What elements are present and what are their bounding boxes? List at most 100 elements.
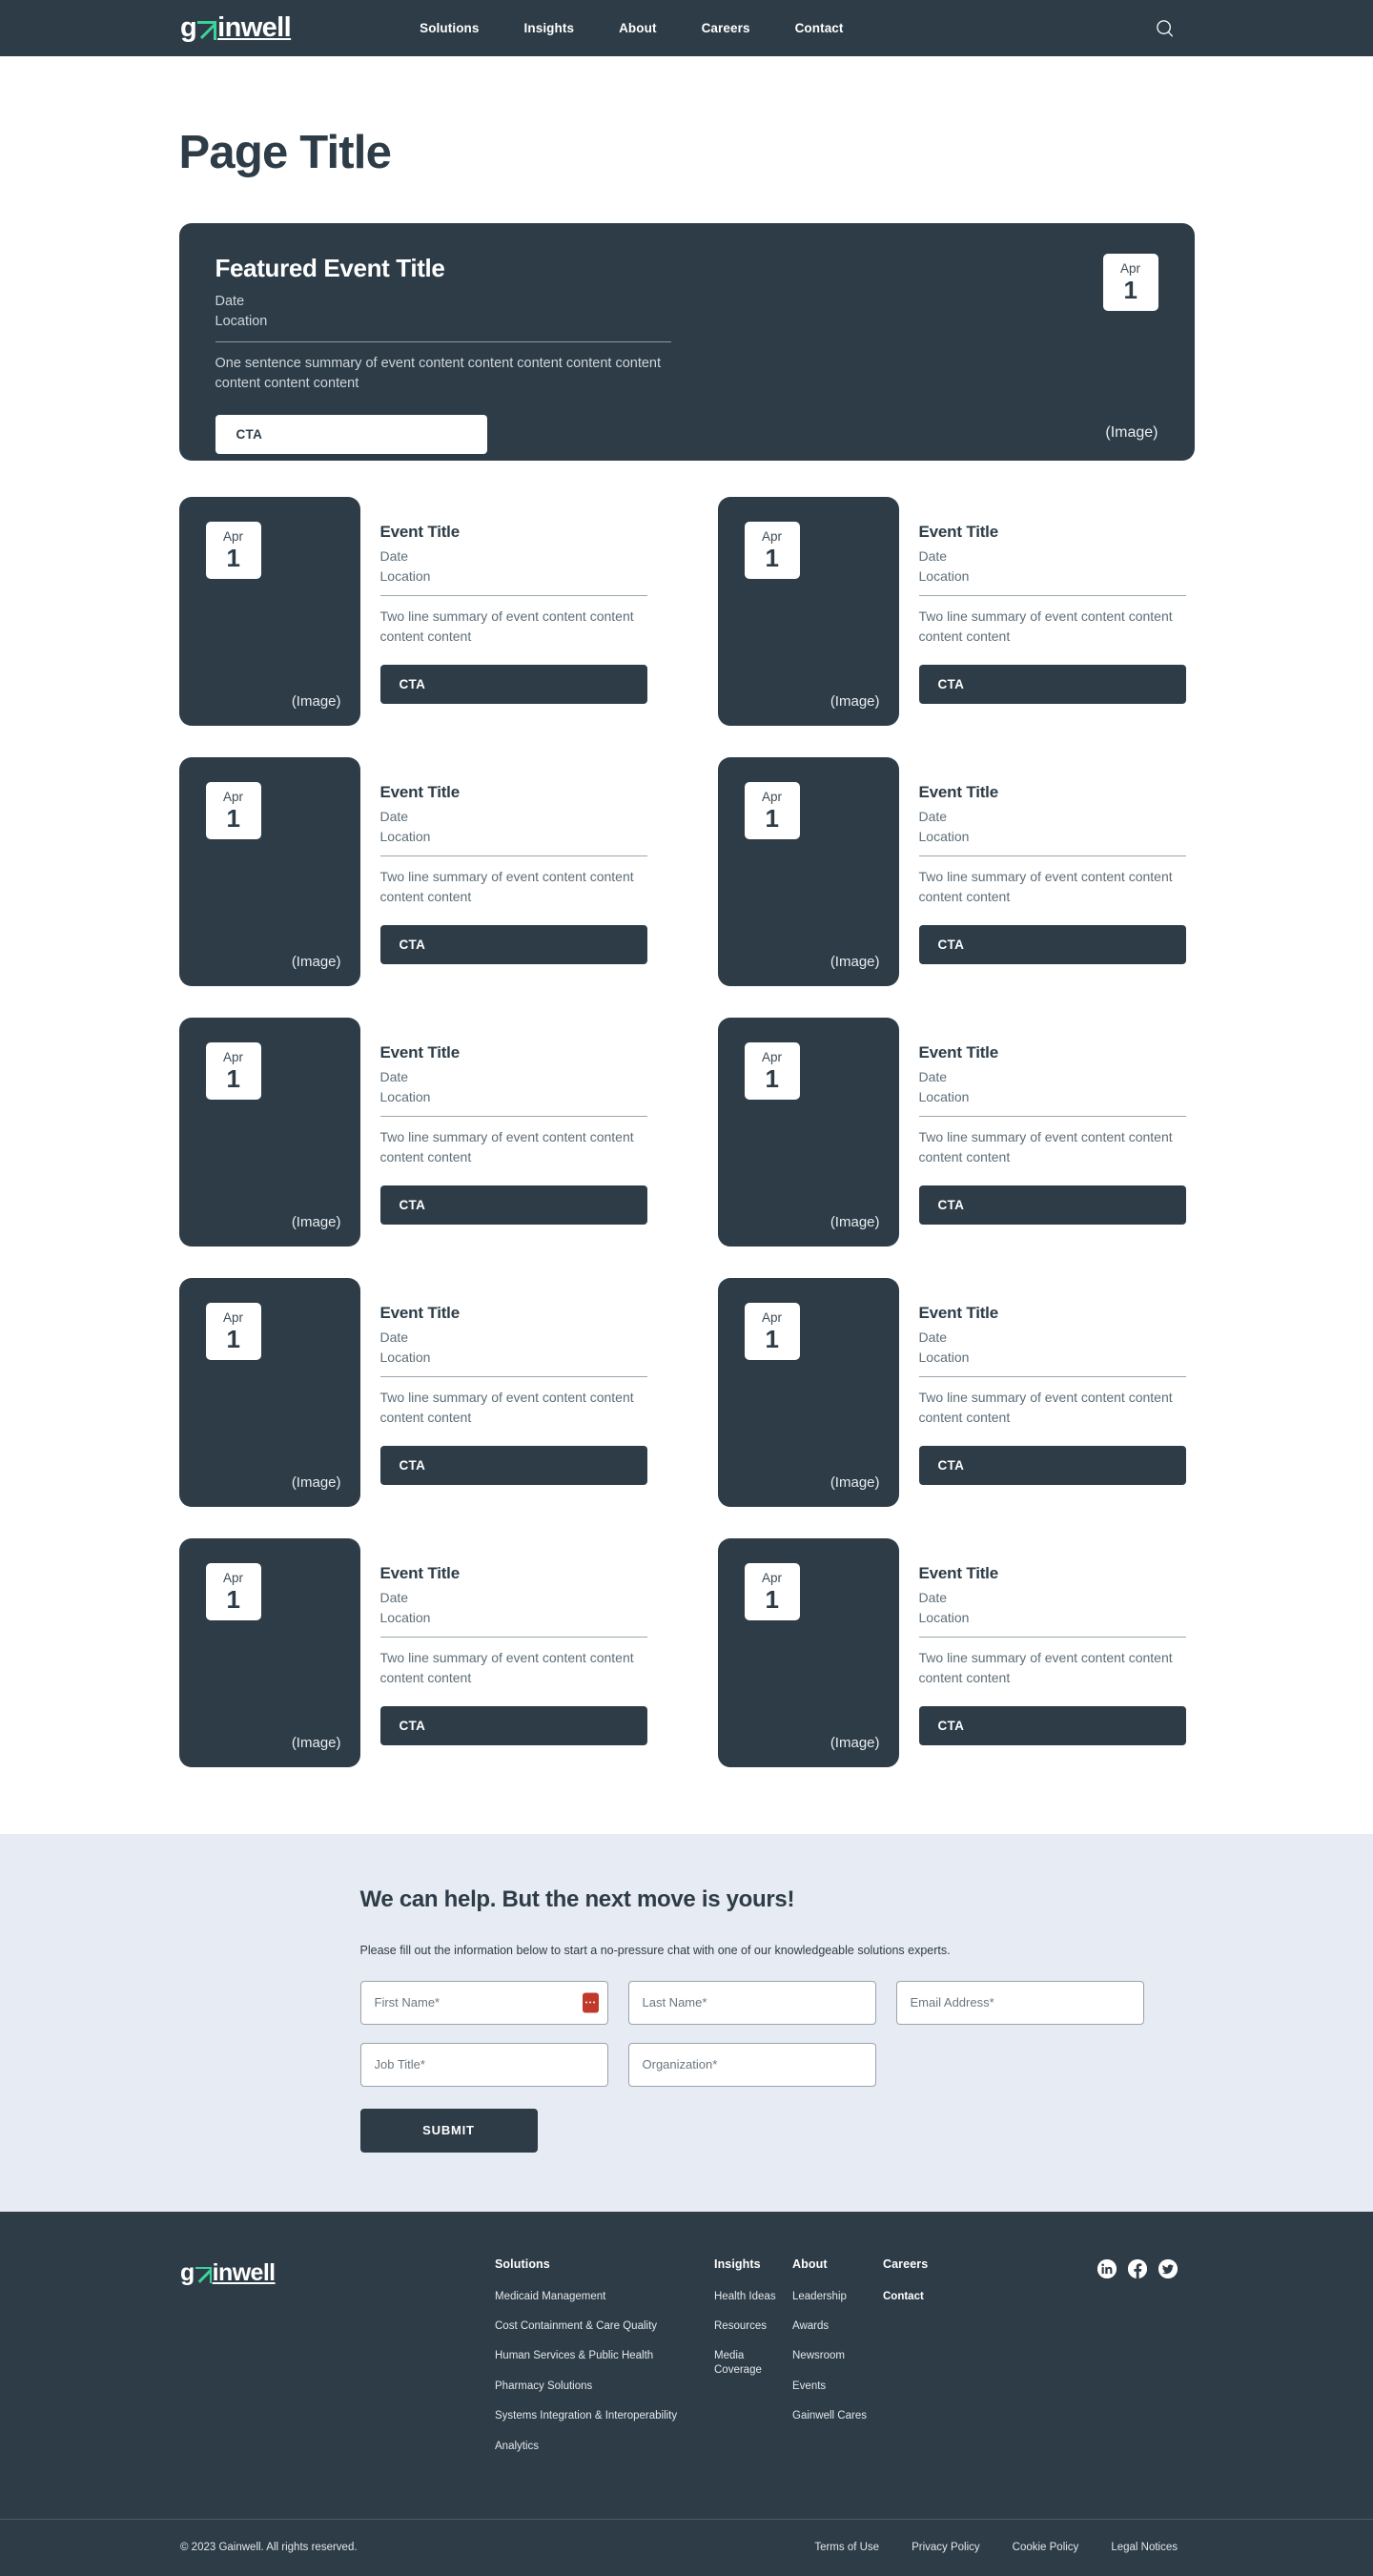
footer-link-awards[interactable]: Awards [792,2319,883,2333]
image-placeholder-label: (Image) [291,692,341,710]
date-badge-month: Apr [761,1310,782,1326]
last-name-field[interactable] [627,1980,876,2025]
event-cta-button[interactable]: CTA [918,665,1186,705]
linkedin-icon[interactable] [1097,2258,1117,2278]
footer-link-analytics[interactable]: Analytics [495,2440,714,2453]
nav-item-contact[interactable]: Contact [795,22,844,35]
event-divider [918,595,1186,597]
event-card[interactable]: Apr 1 (Image) Event Title Date Location … [178,496,656,726]
event-divider [379,595,647,597]
event-card[interactable]: Apr 1 (Image) Event Title Date Location … [717,496,1195,726]
event-divider [918,855,1186,857]
event-card[interactable]: Apr 1 (Image) Event Title Date Location … [717,1537,1195,1767]
event-cta-button[interactable]: CTA [379,1446,647,1486]
facebook-icon[interactable] [1128,2258,1147,2278]
featured-cta-button[interactable]: CTA [215,415,487,455]
legal-link-cookie-policy[interactable]: Cookie Policy [1013,2542,1079,2553]
event-divider [379,1637,647,1638]
nav-item-about[interactable]: About [619,22,656,35]
event-card[interactable]: Apr 1 (Image) Event Title Date Location … [717,1017,1195,1247]
event-body: Event Title Date Location Two line summa… [379,497,647,705]
footer-link-events[interactable]: Events [792,2380,883,2393]
submit-button[interactable]: SUBMIT [359,2108,538,2153]
required-indicator-icon [582,1992,599,2013]
footer-link-medicaid-management[interactable]: Medicaid Management [495,2290,714,2303]
image-placeholder-label: (Image) [830,1734,880,1751]
last-name-input[interactable] [642,1995,862,2010]
event-card[interactable]: Apr 1 (Image) Event Title Date Location … [178,756,656,986]
image-placeholder-label: (Image) [830,953,880,970]
image-placeholder-label: (Image) [830,1473,880,1491]
organization-input[interactable] [642,2057,862,2072]
event-divider [918,1637,1186,1638]
footer-link-gainwell-cares[interactable]: Gainwell Cares [792,2409,883,2422]
event-cta-button[interactable]: CTA [379,665,647,705]
featured-event-date: Date [215,294,245,310]
event-card[interactable]: Apr 1 (Image) Event Title Date Location … [717,756,1195,986]
event-date: Date [379,809,409,825]
footer-link-resources[interactable]: Resources [714,2319,792,2333]
twitter-icon[interactable] [1158,2258,1178,2278]
site-header: g inwell Solutions Insights About Career… [0,0,1373,56]
footer-link-human-services[interactable]: Human Services & Public Health [495,2349,714,2362]
event-title: Event Title [918,1563,999,1582]
main-navigation: Solutions Insights About Careers Contact [420,22,843,35]
footer-link-pharmacy-solutions[interactable]: Pharmacy Solutions [495,2380,714,2393]
footer-logo[interactable]: g inwell [180,2260,276,2285]
date-badge-month: Apr [222,1310,243,1326]
search-icon[interactable] [1153,16,1178,41]
event-cta-button[interactable]: CTA [379,1706,647,1746]
event-body: Event Title Date Location Two line summa… [379,1278,647,1486]
nav-item-careers[interactable]: Careers [702,22,750,35]
event-thumbnail: Apr 1 (Image) [178,1537,360,1767]
first-name-input[interactable] [374,1995,594,2010]
email-field[interactable] [895,1980,1144,2025]
legal-link-legal-notices[interactable]: Legal Notices [1111,2542,1178,2553]
event-cta-button[interactable]: CTA [918,1706,1186,1746]
legal-link-privacy-policy[interactable]: Privacy Policy [912,2542,980,2553]
event-summary: Two line summary of event content conten… [918,1650,1173,1685]
date-badge-day: 1 [226,803,240,833]
event-card[interactable]: Apr 1 (Image) Event Title Date Location … [178,1537,656,1767]
event-date: Date [918,1069,948,1085]
event-cta-button[interactable]: CTA [918,925,1186,965]
footer-link-leadership[interactable]: Leadership [792,2290,883,2303]
event-card[interactable]: Apr 1 (Image) Event Title Date Location … [178,1277,656,1507]
footer-link-health-ideas[interactable]: Health Ideas [714,2290,792,2303]
event-date: Date [918,548,948,565]
form-row-1 [359,1980,1195,2025]
footer-link-contact[interactable]: Contact [883,2290,997,2303]
featured-event-meta: Date Location [215,292,1158,331]
footer-link-cost-containment[interactable]: Cost Containment & Care Quality [495,2319,714,2333]
nav-item-insights[interactable]: Insights [524,22,575,35]
image-placeholder-label: (Image) [291,1473,341,1491]
footer-link-newsroom[interactable]: Newsroom [792,2349,883,2362]
date-badge-month: Apr [761,1571,782,1586]
event-cta-button[interactable]: CTA [379,1185,647,1226]
footer-column-careers: Careers Contact [883,2257,997,2469]
event-summary: Two line summary of event content conten… [918,1390,1173,1425]
footer-heading-careers: Careers [883,2257,929,2271]
site-logo[interactable]: g inwell [180,14,292,42]
event-cta-button[interactable]: CTA [918,1446,1186,1486]
email-input[interactable] [910,1995,1130,2010]
gainwell-arrow-icon [195,2266,212,2283]
organization-field[interactable] [627,2042,876,2087]
featured-event-card[interactable]: Featured Event Title Date Location One s… [178,222,1195,461]
event-cta-button[interactable]: CTA [379,925,647,965]
job-title-field[interactable] [359,2042,608,2087]
legal-link-terms-of-use[interactable]: Terms of Use [814,2542,879,2553]
nav-item-solutions[interactable]: Solutions [420,22,479,35]
footer-link-media-coverage[interactable]: Media Coverage [714,2349,792,2377]
main-content: Page Title Featured Event Title Date Loc… [0,56,1373,1834]
event-thumbnail: Apr 1 (Image) [178,496,360,726]
event-meta: Date Location [919,1067,1186,1106]
event-divider [918,1376,1186,1378]
event-cta-button[interactable]: CTA [918,1185,1186,1226]
footer-link-systems-integration[interactable]: Systems Integration & Interoperability [495,2409,714,2422]
event-card[interactable]: Apr 1 (Image) Event Title Date Location … [178,1017,656,1247]
job-title-input[interactable] [374,2057,594,2072]
first-name-field[interactable] [359,1980,608,2025]
featured-date-badge: Apr 1 [1102,253,1158,311]
event-card[interactable]: Apr 1 (Image) Event Title Date Location … [717,1277,1195,1507]
